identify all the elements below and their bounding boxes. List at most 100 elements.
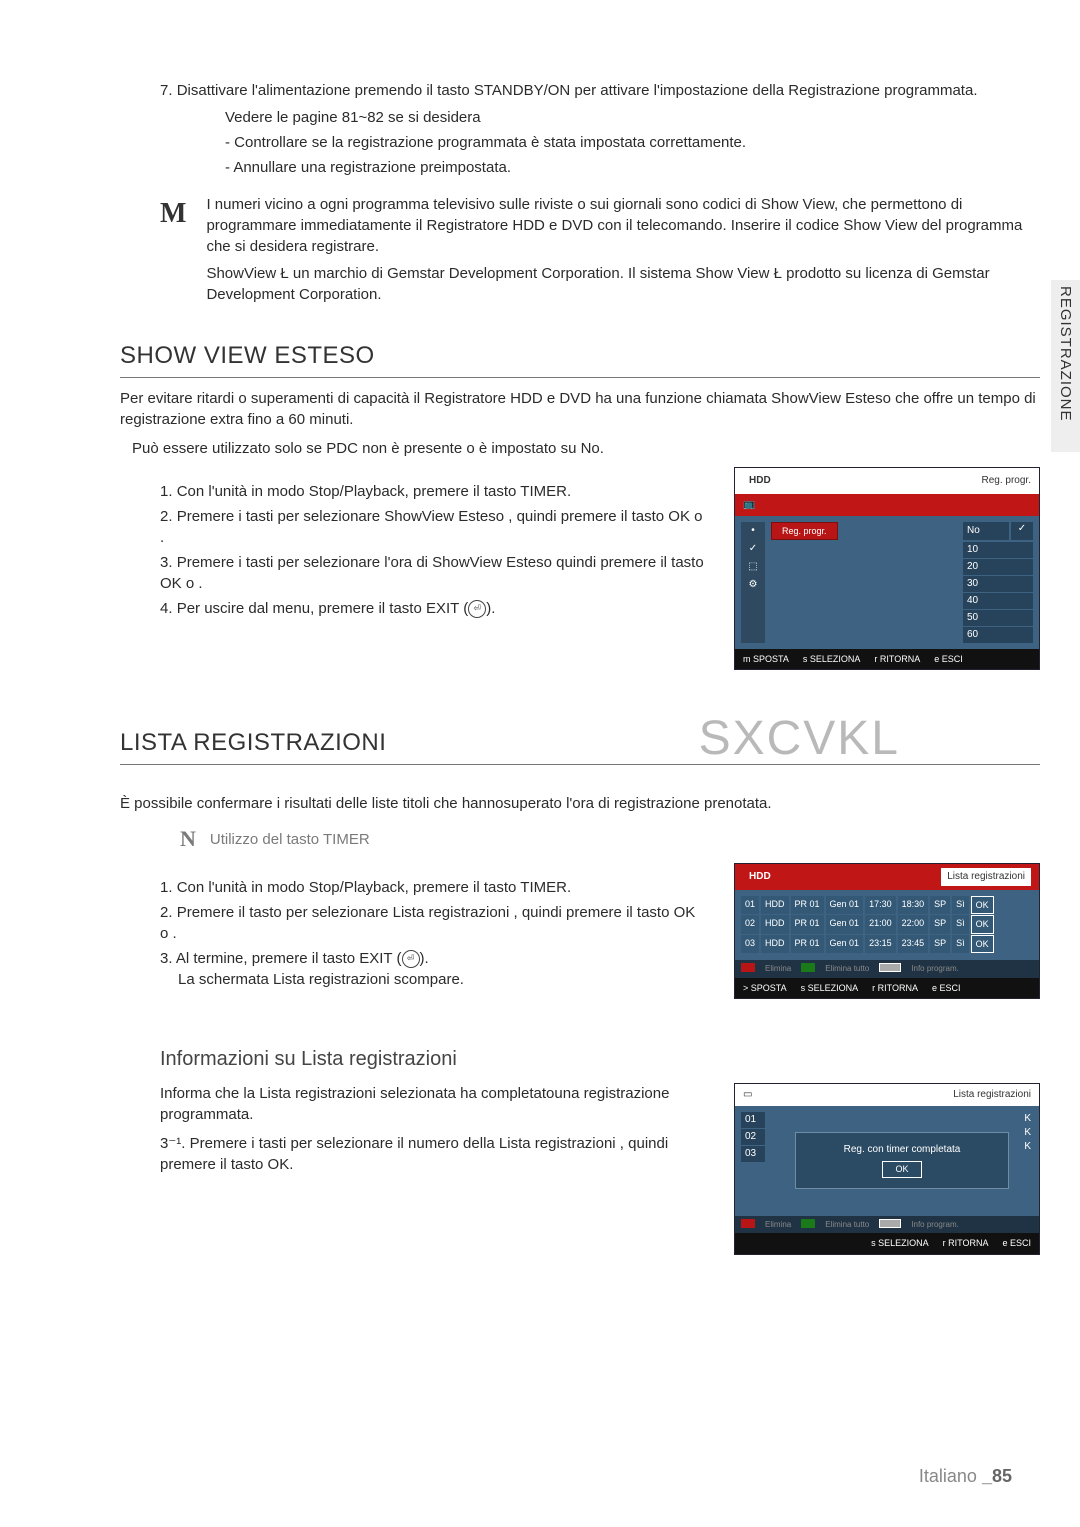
note-p1: I numeri vicino a ogni programma televis… bbox=[206, 194, 1040, 257]
info-3-num: 3⁻¹. bbox=[160, 1135, 185, 1152]
heading-info-lista: Informazioni su Lista registrazioni bbox=[160, 1045, 1040, 1073]
c: SP bbox=[930, 915, 950, 934]
sve-1: Con l'unità in modo Stop/Playback, preme… bbox=[177, 483, 571, 500]
osd3-k1: K bbox=[1024, 1126, 1031, 1140]
tip-timer: N Utilizzo del tasto TIMER bbox=[180, 824, 1040, 855]
c: SP bbox=[930, 896, 950, 915]
c: 23:15 bbox=[865, 935, 896, 954]
check-icon: ✓ bbox=[1011, 522, 1033, 540]
osd2-btns: Elimina Elimina tutto Info program. bbox=[735, 960, 1039, 977]
osd2-btn-g: Info program. bbox=[911, 963, 959, 974]
lr-3-num: 3. bbox=[160, 950, 173, 967]
osd3-ok: OK bbox=[882, 1161, 921, 1178]
osd3-msg: Reg. con timer completata bbox=[806, 1143, 998, 1157]
c: HDD bbox=[761, 896, 789, 915]
osd3-bar-s: s SELEZIONA bbox=[871, 1237, 929, 1250]
osd2-row-1: 02 HDD PR 01 Gen 01 21:00 22:00 SP Sì OK bbox=[741, 915, 1033, 934]
note-p2: ShowView Ł un marchio di Gemstar Develop… bbox=[206, 263, 1040, 305]
sve-2: Premere i tasti per selezionare ShowView… bbox=[160, 508, 703, 546]
step-7-sub-2: - Controllare se la registrazione progra… bbox=[225, 132, 1040, 153]
osd2-body: 01 HDD PR 01 Gen 01 17:30 18:30 SP Sì OK… bbox=[735, 890, 1039, 961]
sve-2-num: 2. bbox=[160, 508, 173, 525]
btn-b-icon bbox=[801, 963, 815, 972]
osd1-title: Reg. progr. bbox=[982, 474, 1031, 488]
step-7-sub: Vedere le pagine 81~82 se si desidera - … bbox=[225, 107, 1040, 178]
osd1-v0: 10 bbox=[963, 542, 1033, 558]
c: HDD bbox=[761, 935, 789, 954]
step-7-sub-3: - Annullare una registrazione preimposta… bbox=[225, 157, 1040, 178]
lr-intro: È possibile confermare i risultati delle… bbox=[120, 793, 1040, 814]
osd3-btn-b: Elimina tutto bbox=[825, 1219, 869, 1230]
osd1-bar-r: r RITORNA bbox=[874, 653, 920, 666]
side-tab-registrazione: REGISTRAZIONE bbox=[1051, 280, 1080, 452]
osd2-bar-s: s SELEZIONA bbox=[801, 982, 859, 995]
sve-4-num: 4. bbox=[160, 600, 173, 617]
osd1-v5: 60 bbox=[963, 627, 1033, 643]
osd3-header: ▭ Lista registrazioni bbox=[735, 1084, 1039, 1106]
exit-icon: ⏎ bbox=[402, 950, 420, 968]
heading-show-view-esteso: SHOW VIEW ESTESO bbox=[120, 339, 1040, 378]
c: SP bbox=[930, 935, 950, 954]
c: 21:00 bbox=[865, 915, 896, 934]
osd1-col-no: No bbox=[963, 522, 1009, 540]
osd1-bar-m: m SPOSTA bbox=[743, 653, 789, 666]
c: OK bbox=[971, 935, 994, 954]
osd2-title: Lista registrazioni bbox=[941, 868, 1031, 886]
c: OK bbox=[971, 896, 994, 915]
osd2-row-2: 03 HDD PR 01 Gen 01 23:15 23:45 SP Sì OK bbox=[741, 935, 1033, 954]
btn-info-icon bbox=[879, 1219, 901, 1228]
note-m-icon: M bbox=[160, 194, 186, 311]
lr-3a: Al termine, premere il tasto EXIT ( bbox=[176, 950, 402, 967]
osd1-hdd: HDD bbox=[743, 472, 777, 490]
osd2-hdd: HDD bbox=[743, 868, 777, 886]
note-block: M I numeri vicino a ogni programma telev… bbox=[120, 194, 1040, 311]
osd3-r1: 02 bbox=[741, 1129, 765, 1145]
c: HDD bbox=[761, 915, 789, 934]
osd3-r2: 03 bbox=[741, 1146, 765, 1162]
sve-3: Premere i tasti per selezionare l'ora di… bbox=[160, 554, 704, 592]
info-3-text: Premere i tasti per selezionare il numer… bbox=[160, 1135, 668, 1173]
disc-icon: ▭ bbox=[743, 1088, 752, 1102]
osd3-bar: s SELEZIONA r RITORNA e ESCI bbox=[735, 1233, 1039, 1254]
c: 02 bbox=[741, 915, 759, 934]
osd3-bar-r: r RITORNA bbox=[943, 1237, 989, 1250]
osd3-k0: K bbox=[1024, 1112, 1031, 1126]
lr-1-num: 1. bbox=[160, 879, 173, 896]
c: 17:30 bbox=[865, 896, 896, 915]
osd-reg-progr: HDD Reg. progr. 📺 • ✓ ⬚ ⚙ Reg. progr. bbox=[734, 467, 1040, 671]
lr-3b: ). bbox=[420, 950, 429, 967]
osd2-bar: > SPOSTA s SELEZIONA r RITORNA e ESCI bbox=[735, 978, 1039, 999]
osd1-body: • ✓ ⬚ ⚙ Reg. progr. No ✓ 10 20 30 40 bbox=[735, 516, 1039, 649]
step-7: 7. Disattivare l'alimentazione premendo … bbox=[160, 80, 1040, 178]
btn-a-icon bbox=[741, 1219, 755, 1228]
osd2-btn-a: Elimina bbox=[765, 963, 791, 974]
c: 18:30 bbox=[898, 896, 929, 915]
osd3-title: Lista registrazioni bbox=[953, 1088, 1031, 1102]
exit-icon: ⏎ bbox=[468, 600, 486, 618]
lr-steps: 1. Con l'unità in modo Stop/Playback, pr… bbox=[160, 877, 704, 990]
step-7-list: 7. Disattivare l'alimentazione premendo … bbox=[160, 80, 1040, 178]
info-step: 3⁻¹. Premere i tasti per selezionare il … bbox=[160, 1133, 704, 1175]
sve-intro-2: Può essere utilizzato solo se PDC non è … bbox=[132, 438, 1040, 459]
osd3-r0: 01 bbox=[741, 1112, 765, 1128]
c: Sì bbox=[952, 935, 969, 954]
tip-n-icon: N bbox=[180, 824, 196, 855]
osd1-v4: 50 bbox=[963, 610, 1033, 626]
osd2-btn-b: Elimina tutto bbox=[825, 963, 869, 974]
c: OK bbox=[971, 915, 994, 934]
c: Gen 01 bbox=[826, 915, 864, 934]
osd1-v3: 40 bbox=[963, 593, 1033, 609]
lr-3c: La schermata Lista registrazioni scompar… bbox=[178, 969, 464, 990]
c: Sì bbox=[952, 915, 969, 934]
c: PR 01 bbox=[791, 935, 824, 954]
footer-lang: Italiano bbox=[919, 1466, 977, 1486]
sve-3-num: 3. bbox=[160, 554, 173, 571]
sve-4: Per uscire dal menu, premere il tasto EX… bbox=[177, 600, 469, 617]
c: 22:00 bbox=[898, 915, 929, 934]
osd3-bar-e: e ESCI bbox=[1002, 1237, 1031, 1250]
c: Gen 01 bbox=[826, 896, 864, 915]
sve-1-num: 1. bbox=[160, 483, 173, 500]
osd1-bar: m SPOSTA s SELEZIONA r RITORNA e ESCI bbox=[735, 649, 1039, 670]
btn-info-icon bbox=[879, 963, 901, 972]
tv-icon: 📺 bbox=[743, 498, 755, 512]
